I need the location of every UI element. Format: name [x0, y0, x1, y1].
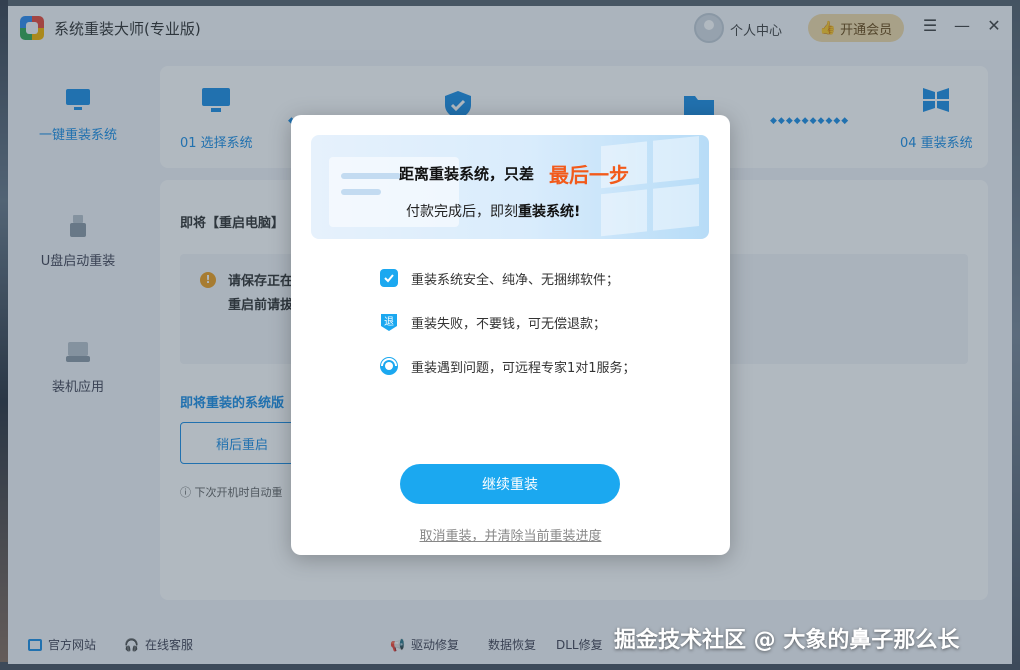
feature-text: 重装失败，不要钱，可无偿退款； [411, 316, 607, 332]
feature-text: 重装系统安全、纯净、无捆绑软件； [411, 272, 620, 288]
svg-text:退: 退 [384, 316, 394, 328]
banner-decoration [341, 173, 401, 179]
modal-banner: 距离重装系统，只差 最后一步 付款完成后，即刻重装系统! [311, 135, 709, 239]
refund-icon: 退 [381, 314, 397, 331]
feature-item: 重装系统安全、纯净、无捆绑软件； [379, 268, 619, 288]
feature-item: 退 重装失败，不要钱，可无偿退款； [379, 312, 606, 332]
banner-headline: 距离重装系统，只差 [399, 165, 535, 183]
banner-highlight: 最后一步 [549, 163, 629, 187]
feature-text: 重装遇到问题，可远程专家1对1服务； [411, 360, 636, 376]
banner-subline-prefix: 付款完成后，即刻 [406, 204, 518, 220]
cancel-reinstall-link[interactable]: 取消重装，并清除当前重装进度 [291, 525, 730, 544]
banner-subline-bold: 重装系统! [518, 204, 581, 220]
shield-icon [380, 269, 398, 287]
headset-icon [380, 357, 398, 375]
banner-decoration [341, 189, 381, 195]
payment-modal: 距离重装系统，只差 最后一步 付款完成后，即刻重装系统! 重装系统安全、纯净、无… [291, 115, 730, 555]
watermark: 掘金技术社区 @ 大象的鼻子那么长 [614, 628, 960, 653]
banner-subline: 付款完成后，即刻重装系统! [406, 201, 580, 221]
continue-reinstall-button[interactable]: 继续重装 [400, 464, 620, 504]
feature-item: 重装遇到问题，可远程专家1对1服务； [379, 356, 636, 376]
